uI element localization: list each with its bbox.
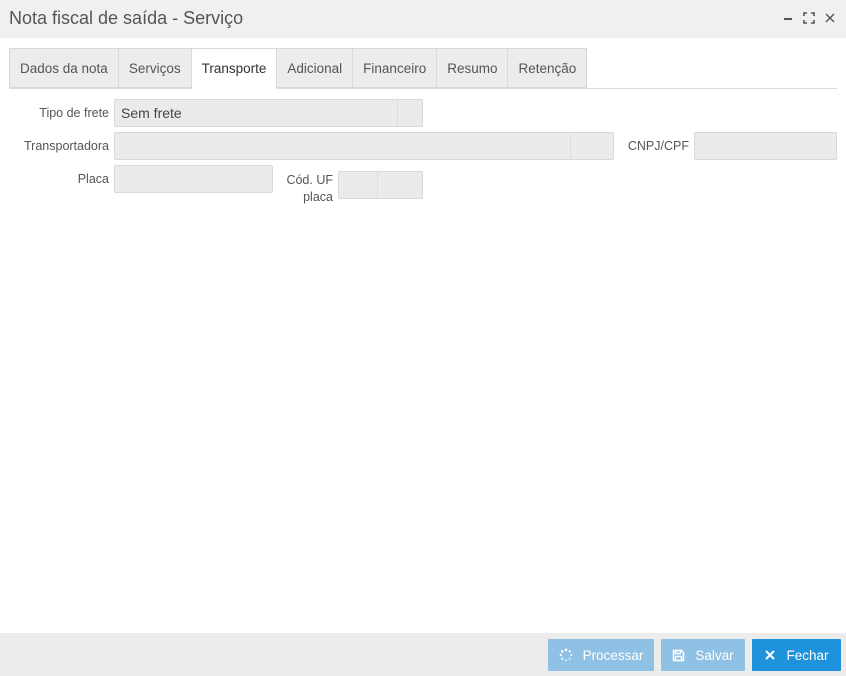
- placa-field[interactable]: [114, 165, 273, 193]
- salvar-label: Salvar: [695, 647, 734, 663]
- window-titlebar: Nota fiscal de saída - Serviço: [0, 0, 846, 38]
- cnpj-cpf-field[interactable]: [694, 132, 837, 160]
- dropdown-separator: [570, 133, 571, 159]
- tab-servicos[interactable]: Serviços: [118, 48, 192, 88]
- fechar-label: Fechar: [786, 647, 829, 663]
- maximize-icon[interactable]: [802, 10, 816, 26]
- transportadora-select[interactable]: [114, 132, 614, 160]
- spinner-icon: [559, 648, 573, 662]
- tipo-frete-value: Sem frete: [121, 105, 182, 121]
- tab-adicional[interactable]: Adicional: [277, 48, 354, 88]
- tab-retencao[interactable]: Retenção: [508, 48, 588, 88]
- minimize-icon[interactable]: [781, 10, 795, 26]
- dropdown-separator: [377, 172, 378, 198]
- cod-uf-placa-label: Cód. UF placa: [278, 172, 333, 206]
- processar-label: Processar: [582, 647, 644, 663]
- salvar-button[interactable]: Salvar: [661, 639, 745, 671]
- close-icon: [764, 649, 776, 661]
- close-icon[interactable]: [823, 10, 837, 26]
- tab-transporte[interactable]: Transporte: [191, 48, 278, 89]
- placa-label: Placa: [77, 172, 109, 186]
- tab-bar: Dados da nota Serviços Transporte Adicio…: [9, 48, 588, 89]
- window-title: Nota fiscal de saída - Serviço: [9, 8, 244, 28]
- cod-uf-label-line2: placa: [303, 190, 333, 204]
- cod-uf-placa-select[interactable]: [338, 171, 423, 199]
- cod-uf-label-line1: Cód. UF: [286, 173, 333, 187]
- tab-resumo[interactable]: Resumo: [437, 48, 509, 88]
- tab-dados-da-nota[interactable]: Dados da nota: [9, 48, 119, 88]
- dropdown-separator: [397, 100, 398, 126]
- tipo-frete-label: Tipo de frete: [39, 106, 109, 120]
- processar-button[interactable]: Processar: [548, 639, 654, 671]
- tipo-frete-select[interactable]: Sem frete: [114, 99, 423, 127]
- fechar-button[interactable]: Fechar: [752, 639, 841, 671]
- transportadora-label: Transportadora: [24, 139, 109, 153]
- tab-divider: [9, 88, 837, 89]
- tab-financeiro[interactable]: Financeiro: [353, 48, 438, 88]
- floppy-disk-icon: [672, 649, 685, 662]
- cnpj-cpf-label: CNPJ/CPF: [627, 139, 689, 153]
